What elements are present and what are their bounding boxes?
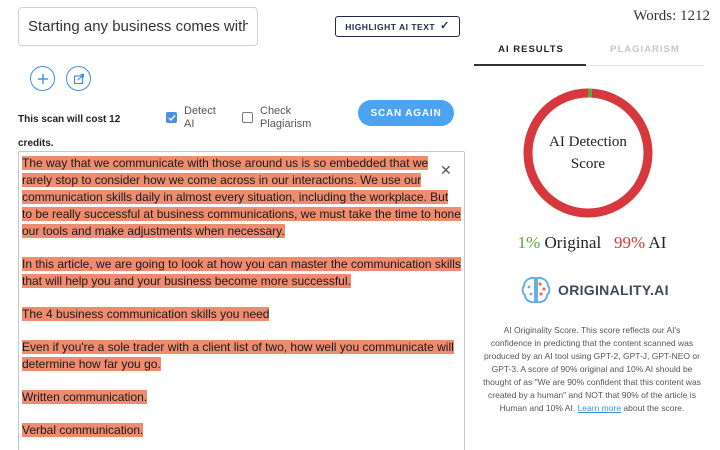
tab-ai-results[interactable]: AI RESULTS [476, 44, 586, 55]
active-tab-indicator [474, 64, 586, 66]
share-icon [73, 73, 84, 84]
check-plagiarism-option[interactable]: Check Plagiarism [242, 105, 332, 131]
editor-paragraph: In this article, we are going to look at… [22, 256, 461, 290]
score-label: AI Detection Score [520, 131, 656, 175]
scan-again-button[interactable]: SCAN AGAIN [358, 100, 454, 126]
brain-icon [521, 276, 551, 304]
editor-paragraph: Verbal communication. [22, 422, 461, 439]
checkmark-icon [168, 114, 176, 121]
learn-more-link[interactable]: Learn more [578, 403, 621, 413]
score-breakdown: 1% Original 99% AI [476, 233, 708, 253]
logo-text: ORIGINALITY.AI [558, 282, 669, 298]
editor-paragraph: Even if you're a sole trader with a clie… [22, 339, 461, 373]
share-button[interactable] [66, 66, 91, 91]
detect-ai-checkbox[interactable] [166, 112, 177, 123]
highlight-ai-text-button[interactable]: HIGHLIGHT AI TEXT ✓ [335, 16, 460, 37]
highlighted-text: Written communication. [22, 390, 148, 404]
score-description-suffix: about the score. [623, 403, 685, 413]
score-description-text: AI Originality Score. This score reflect… [483, 325, 701, 413]
highlighted-text: The way that we communicate with those a… [22, 156, 461, 238]
editor-paragraph: Written communication. [22, 389, 461, 406]
check-plagiarism-checkbox[interactable] [242, 112, 253, 123]
title-input[interactable] [18, 7, 258, 46]
editor-paragraph: The way that we communicate with those a… [22, 155, 461, 240]
detect-ai-label: Detect AI [184, 105, 216, 130]
highlighted-text: In this article, we are going to look at… [22, 257, 461, 288]
highlighted-text: The 4 business communication skills you … [22, 307, 270, 321]
highlight-ai-text-label: HIGHLIGHT AI TEXT [345, 21, 436, 32]
highlighted-text: Verbal communication. [22, 423, 144, 437]
original-percent: 1% [517, 233, 541, 252]
check-icon: ✓ [440, 20, 450, 32]
score-label-line2: Score [570, 156, 606, 172]
tab-plagiarism[interactable]: PLAGIARISM [590, 44, 700, 55]
check-plagiarism-label: Check Plagiarism [260, 105, 312, 130]
score-label-line1: AI Detection [549, 134, 627, 150]
text-editor[interactable]: The way that we communicate with those a… [18, 151, 465, 450]
ai-percent: 99% [613, 233, 646, 252]
word-count: Words: 1212 [633, 8, 710, 24]
original-label: Original [544, 233, 602, 252]
plus-icon [37, 73, 48, 84]
editor-paragraph: The 4 business communication skills you … [22, 306, 461, 323]
highlighted-text: Even if you're a sole trader with a clie… [22, 340, 454, 371]
ai-label: AI [648, 233, 667, 252]
score-description: AI Originality Score. This score reflect… [482, 324, 702, 415]
detect-ai-option[interactable]: Detect AI [166, 105, 226, 131]
originality-logo: ORIGINALITY.AI [520, 274, 669, 306]
close-icon[interactable]: ✕ [440, 163, 452, 177]
scan-cost-text: This scan will cost 12 credits. [18, 114, 121, 149]
add-button[interactable] [30, 66, 55, 91]
app-page: HIGHLIGHT AI TEXT ✓ This scan will cost … [0, 0, 720, 450]
